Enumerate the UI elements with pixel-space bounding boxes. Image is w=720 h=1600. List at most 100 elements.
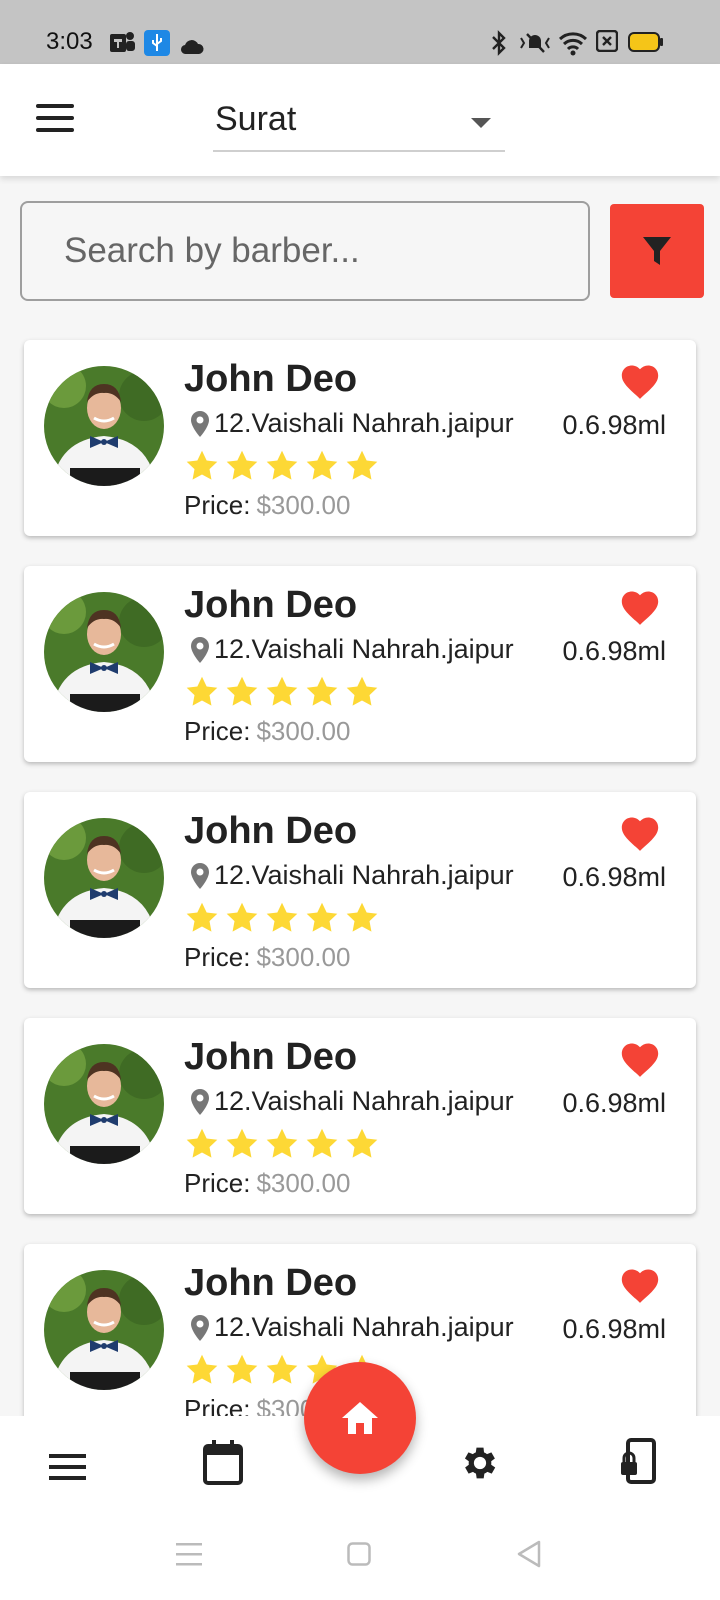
address-text: 12.Vaishali Nahrah.jaipur [214,1312,514,1342]
barber-card[interactable]: John Deo 12.Vaishali Nahrah.jaipur 0.6.9… [24,566,696,762]
price-value: $300.00 [256,716,351,746]
barber-name: John Deo [184,810,358,852]
star-icon [226,676,258,706]
sim-icon [596,30,618,52]
wifi-icon [558,32,588,56]
barber-name: John Deo [184,358,358,400]
location-pin-icon [191,636,209,663]
barber-card[interactable]: John Deo 12.Vaishali Nahrah.jaipur 0.6.9… [24,1018,696,1214]
home-square-icon[interactable] [347,1542,371,1566]
price-value: $300.00 [256,1168,351,1198]
price-row: Price: $300.00 [184,716,350,747]
barber-address: 12.Vaishali Nahrah.jaipur [190,860,514,891]
calendar-icon[interactable] [202,1440,244,1486]
barber-address: 12.Vaishali Nahrah.jaipur [190,1312,514,1343]
star-icon [226,902,258,932]
price-value: $300.00 [256,490,351,520]
barber-address: 12.Vaishali Nahrah.jaipur [190,1086,514,1117]
rating-stars [184,674,380,710]
city-dropdown[interactable]: Surat [213,94,505,152]
barber-avatar [44,366,164,486]
price-label: Price: [184,942,251,972]
star-icon [226,1354,258,1384]
status-time: 3:03 [46,28,93,55]
status-bar: 3:03 [0,0,720,64]
address-text: 12.Vaishali Nahrah.jaipur [214,1086,514,1116]
app-bar: Surat [0,64,720,176]
home-button[interactable] [304,1362,416,1474]
barber-name: John Deo [184,1262,358,1304]
distance-text: 0.6.98ml [562,636,666,666]
star-icon [306,902,338,932]
address-text: 12.Vaishali Nahrah.jaipur [214,634,514,664]
bluetooth-icon [492,30,506,56]
battery-icon [628,32,663,52]
barber-address: 12.Vaishali Nahrah.jaipur [190,634,514,665]
star-icon [186,902,218,932]
star-icon [186,1128,218,1158]
star-icon [226,1128,258,1158]
price-label: Price: [184,716,251,746]
address-text: 12.Vaishali Nahrah.jaipur [214,860,514,890]
home-icon [342,1402,378,1434]
favorite-heart-icon[interactable] [618,360,662,400]
teams-icon [110,32,135,52]
city-selected-value: Surat [215,100,297,138]
price-label: Price: [184,490,251,520]
price-row: Price: $300.00 [184,942,350,973]
rating-stars [184,1126,380,1162]
star-icon [266,902,298,932]
rating-stars [184,448,380,484]
star-icon [186,1354,218,1384]
favorite-heart-icon[interactable] [618,812,662,852]
favorite-heart-icon[interactable] [618,1264,662,1304]
settings-icon[interactable] [459,1442,501,1484]
star-icon [346,676,378,706]
recents-icon[interactable] [176,1542,202,1566]
menu-icon[interactable] [48,1452,88,1482]
favorite-heart-icon[interactable] [618,1038,662,1078]
search-field [20,201,590,301]
star-icon [306,450,338,480]
back-icon[interactable] [516,1540,542,1568]
star-icon [266,676,298,706]
price-row: Price: $300.00 [184,1168,350,1199]
barber-name: John Deo [184,1036,358,1078]
usb-icon [144,30,170,56]
menu-icon[interactable] [36,104,76,132]
distance-text: 0.6.98ml [562,862,666,892]
barber-list: John Deo 12.Vaishali Nahrah.jaipur 0.6.9… [24,340,696,1470]
distance-text: 0.6.98ml [562,410,666,440]
star-icon [306,676,338,706]
star-icon [186,450,218,480]
price-row: Price: $300.00 [184,490,350,521]
cloud-icon [180,40,204,55]
barber-avatar [44,1044,164,1164]
location-pin-icon [191,410,209,437]
location-pin-icon [191,1088,209,1115]
star-icon [306,1128,338,1158]
barber-avatar [44,818,164,938]
barber-card[interactable]: John Deo 12.Vaishali Nahrah.jaipur 0.6.9… [24,340,696,536]
filter-icon [643,237,671,265]
star-icon [346,902,378,932]
star-icon [266,450,298,480]
phone-lock-icon[interactable] [618,1438,658,1486]
barber-name: John Deo [184,584,358,626]
barber-card[interactable]: John Deo 12.Vaishali Nahrah.jaipur 0.6.9… [24,792,696,988]
location-pin-icon [191,1314,209,1341]
star-icon [226,450,258,480]
filter-button[interactable] [610,204,704,298]
star-icon [186,676,218,706]
chevron-down-icon [471,118,491,128]
star-icon [266,1354,298,1384]
barber-avatar [44,1270,164,1390]
star-icon [346,1128,378,1158]
search-input[interactable] [22,203,588,299]
favorite-heart-icon[interactable] [618,586,662,626]
address-text: 12.Vaishali Nahrah.jaipur [214,408,514,438]
barber-avatar [44,592,164,712]
price-value: $300.00 [256,942,351,972]
location-pin-icon [191,862,209,889]
star-icon [266,1128,298,1158]
